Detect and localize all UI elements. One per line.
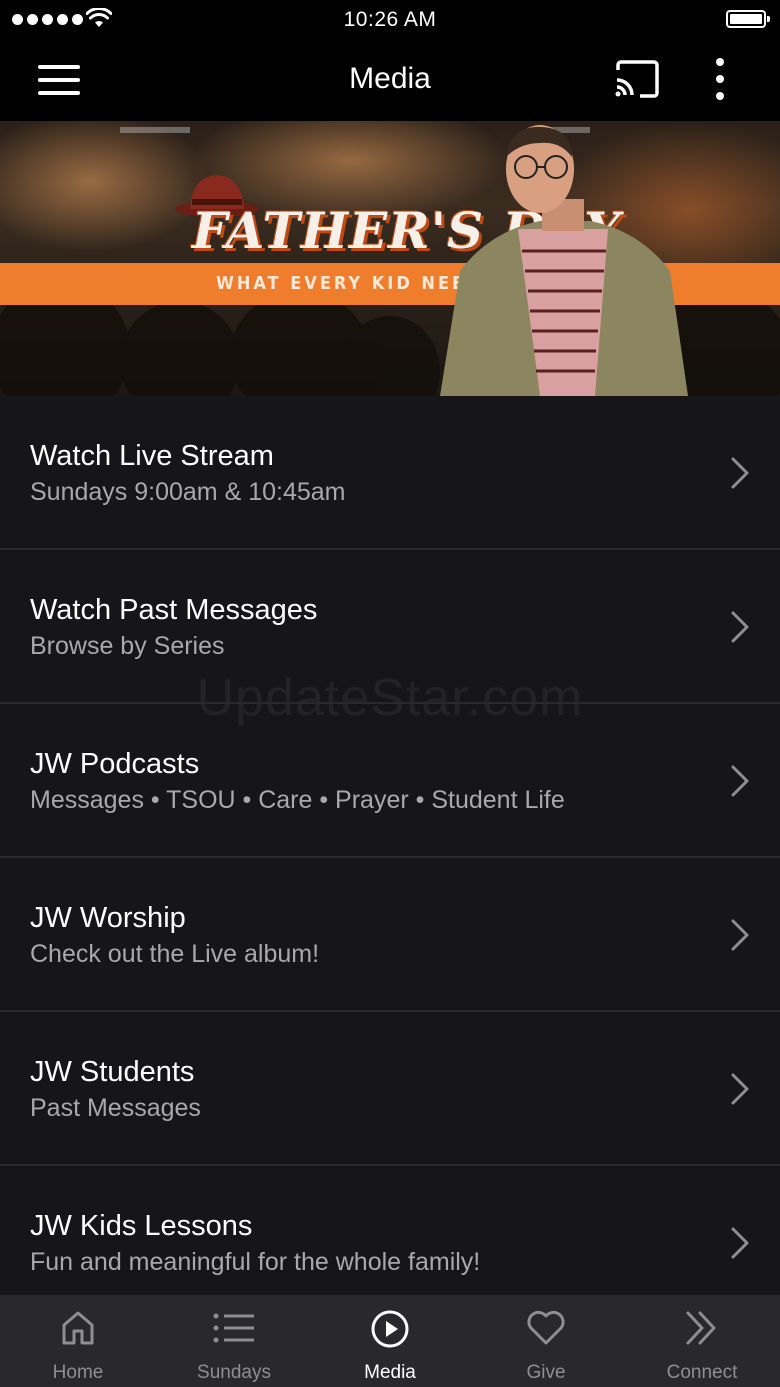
chevron-right-icon	[731, 457, 749, 489]
navigation-bar: Media	[0, 40, 780, 121]
tab-label: Give	[526, 1362, 566, 1383]
heart-icon	[527, 1310, 565, 1345]
bottom-tab-bar: Home Sundays Media Give Connect	[0, 1295, 780, 1387]
list-item-title: JW Podcasts	[30, 748, 200, 780]
list-item-subtitle: Past Messages	[30, 1094, 201, 1122]
more-options-icon[interactable]	[710, 58, 730, 100]
chevron-right-icon	[731, 611, 749, 643]
featured-banner[interactable]: FATHER'S DAY WHAT EVERY KID NEEDS TO HEA…	[0, 121, 780, 396]
media-menu-list: Watch Live Stream Sundays 9:00am & 10:45…	[0, 396, 780, 1320]
list-item-title: Watch Past Messages	[30, 594, 318, 626]
chevron-right-icon	[731, 1073, 749, 1105]
list-item-subtitle: Check out the Live album!	[30, 940, 320, 968]
tab-home[interactable]: Home	[0, 1295, 156, 1387]
tab-media[interactable]: Media	[312, 1295, 468, 1387]
status-bar: 10:26 AM	[0, 0, 780, 40]
double-chevron-icon	[686, 1311, 716, 1345]
tab-label: Media	[364, 1362, 416, 1383]
play-circle-icon	[371, 1310, 409, 1348]
list-item-jw-students[interactable]: JW Students Past Messages	[0, 1012, 780, 1166]
banner-person-image	[440, 125, 688, 396]
list-item-watch-past-messages[interactable]: Watch Past Messages Browse by Series	[0, 550, 780, 704]
list-item-title: Watch Live Stream	[30, 440, 274, 472]
list-item-title: JW Students	[30, 1056, 195, 1088]
list-item-watch-live-stream[interactable]: Watch Live Stream Sundays 9:00am & 10:45…	[0, 396, 780, 550]
tab-connect[interactable]: Connect	[624, 1295, 780, 1387]
battery-icon	[726, 10, 770, 28]
list-item-subtitle: Messages • TSOU • Care • Prayer • Studen…	[30, 786, 565, 814]
list-item-title: JW Kids Lessons	[30, 1210, 253, 1242]
home-icon	[62, 1311, 94, 1345]
tab-label: Home	[52, 1362, 104, 1383]
list-item-subtitle: Sundays 9:00am & 10:45am	[30, 478, 346, 506]
tab-sundays[interactable]: Sundays	[156, 1295, 312, 1387]
status-time: 10:26 AM	[343, 8, 437, 31]
list-icon	[213, 1313, 254, 1343]
chevron-right-icon	[731, 765, 749, 797]
chevron-right-icon	[731, 919, 749, 951]
tab-label: Sundays	[197, 1362, 271, 1383]
page-title: Media	[349, 62, 431, 95]
list-item-jw-worship[interactable]: JW Worship Check out the Live album!	[0, 858, 780, 1012]
tab-give[interactable]: Give	[468, 1295, 624, 1387]
tab-label: Connect	[666, 1362, 738, 1383]
list-item-subtitle: Browse by Series	[30, 632, 225, 660]
list-item-title: JW Worship	[30, 902, 186, 934]
list-item-subtitle: Fun and meaningful for the whole family!	[30, 1248, 481, 1276]
chevron-right-icon	[731, 1227, 749, 1259]
list-item-jw-podcasts[interactable]: JW Podcasts Messages • TSOU • Care • Pra…	[0, 704, 780, 858]
cast-icon[interactable]	[614, 60, 660, 98]
